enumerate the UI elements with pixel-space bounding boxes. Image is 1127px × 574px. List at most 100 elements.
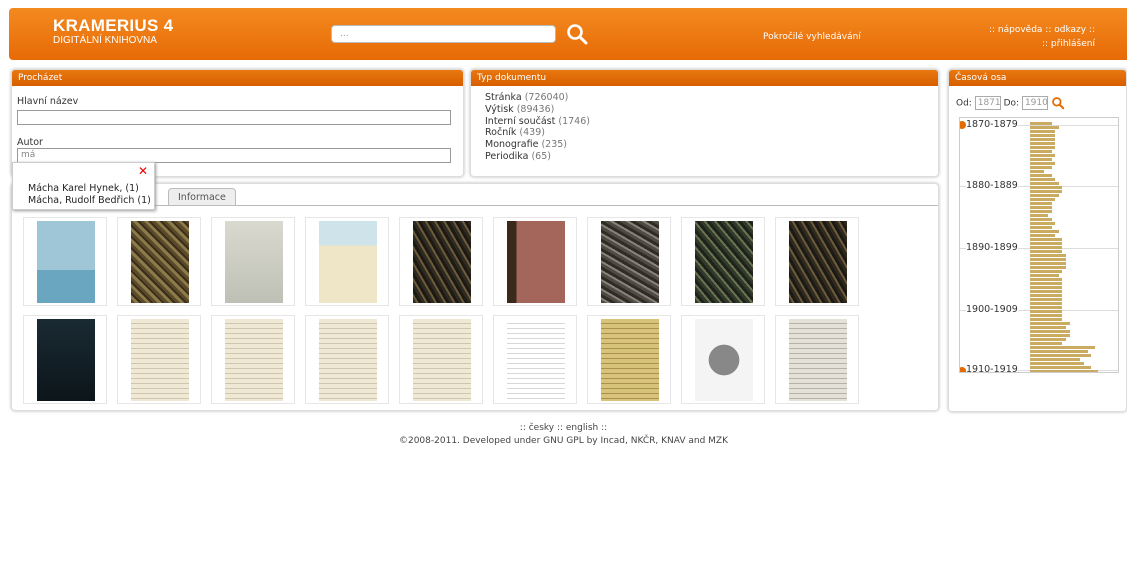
year-bar[interactable] (1030, 186, 1062, 189)
year-bar[interactable] (1030, 354, 1091, 357)
thumbnail-item[interactable] (117, 217, 201, 306)
doc-type-item[interactable]: Stránka (726040) (485, 92, 590, 104)
thumbnail-item[interactable] (587, 217, 671, 306)
author-input[interactable]: má (17, 148, 451, 163)
year-bar[interactable] (1030, 250, 1062, 253)
doc-type-item[interactable]: Ročník (439) (485, 127, 590, 139)
year-bar[interactable] (1030, 206, 1052, 209)
year-bar[interactable] (1030, 142, 1055, 145)
year-bar[interactable] (1030, 294, 1062, 297)
search-icon[interactable] (1051, 96, 1065, 110)
year-bar[interactable] (1030, 178, 1055, 181)
year-bar[interactable] (1030, 310, 1062, 313)
search-input[interactable]: ... (331, 25, 556, 43)
doc-type-item[interactable]: Monografie (235) (485, 139, 590, 151)
year-bar[interactable] (1030, 166, 1052, 169)
search-icon[interactable] (565, 22, 589, 46)
year-bar[interactable] (1030, 278, 1062, 281)
close-icon[interactable]: ✕ (138, 164, 148, 178)
thumbnail-item[interactable] (399, 217, 483, 306)
year-bar[interactable] (1030, 306, 1062, 309)
autocomplete-item[interactable]: Mácha, Rudolf Bedřich (1) (28, 195, 151, 206)
timeline-chart[interactable]: 1870-1879 1880-1889 1890-1899 1900-1909 1910… (959, 117, 1119, 373)
thumbnail-item[interactable] (117, 315, 201, 404)
thumbnail-item[interactable] (681, 315, 765, 404)
year-bar[interactable] (1030, 238, 1062, 241)
thumbnail-item[interactable] (587, 315, 671, 404)
year-bar[interactable] (1030, 358, 1080, 361)
year-bar[interactable] (1030, 158, 1052, 161)
year-bar[interactable] (1030, 210, 1052, 213)
year-bar[interactable] (1030, 126, 1059, 129)
from-year-input[interactable]: 1871 (974, 96, 1001, 110)
year-bar[interactable] (1030, 286, 1062, 289)
year-bar[interactable] (1030, 258, 1066, 261)
thumbnail-item[interactable] (775, 315, 859, 404)
main-title-input[interactable] (17, 110, 451, 125)
year-bar[interactable] (1030, 162, 1055, 165)
thumbnail-item[interactable] (211, 315, 295, 404)
year-bar[interactable] (1030, 222, 1055, 225)
year-bar[interactable] (1030, 198, 1055, 201)
year-bar[interactable] (1030, 150, 1052, 153)
year-bar[interactable] (1030, 334, 1070, 337)
year-bar[interactable] (1030, 338, 1066, 341)
year-bar[interactable] (1030, 242, 1062, 245)
year-bar[interactable] (1030, 314, 1062, 317)
year-bar[interactable] (1030, 234, 1055, 237)
thumbnail-item[interactable] (493, 217, 577, 306)
year-bar[interactable] (1030, 194, 1059, 197)
autocomplete-item[interactable]: Mácha Karel Hynek, (1) (28, 183, 139, 194)
year-bar[interactable] (1030, 298, 1062, 301)
tab-info[interactable]: Informace (168, 188, 236, 206)
thumbnail-item[interactable] (493, 315, 577, 404)
thumbnail-item[interactable] (305, 217, 389, 306)
year-bar[interactable] (1030, 122, 1052, 125)
year-bar[interactable] (1030, 246, 1062, 249)
year-bar[interactable] (1030, 254, 1066, 257)
thumbnail-item[interactable] (399, 315, 483, 404)
advanced-search-link[interactable]: Pokročilé vyhledávání (763, 32, 861, 42)
range-handle[interactable] (960, 121, 966, 129)
year-bar[interactable] (1030, 318, 1062, 321)
to-year-input[interactable]: 1910 (1021, 96, 1048, 110)
year-bar[interactable] (1030, 134, 1055, 137)
year-bar[interactable] (1030, 282, 1062, 285)
year-bar[interactable] (1030, 154, 1055, 157)
thumbnail-item[interactable] (211, 217, 295, 306)
brand-logo[interactable]: KRAMERIUS 4 DIGITÁLNÍ KNIHOVNA (53, 17, 173, 47)
year-bar[interactable] (1030, 322, 1070, 325)
year-bar[interactable] (1030, 326, 1066, 329)
year-bar[interactable] (1030, 266, 1066, 269)
year-bar[interactable] (1030, 274, 1059, 277)
thumbnail-item[interactable] (23, 217, 107, 306)
year-bar[interactable] (1030, 346, 1095, 349)
year-bar[interactable] (1030, 342, 1062, 345)
year-bar[interactable] (1030, 146, 1055, 149)
thumbnail-item[interactable] (23, 315, 107, 404)
doc-type-item[interactable]: Interní součást (1746) (485, 116, 590, 128)
year-bar[interactable] (1030, 226, 1052, 229)
help-links[interactable]: :: nápověda :: odkazy :: (989, 23, 1095, 37)
year-bar[interactable] (1030, 362, 1084, 365)
year-bar[interactable] (1030, 350, 1088, 353)
login-link[interactable]: :: přihlášení (989, 37, 1095, 51)
year-bar[interactable] (1030, 190, 1062, 193)
range-handle[interactable] (960, 367, 966, 372)
year-bar[interactable] (1030, 182, 1059, 185)
year-bar[interactable] (1030, 174, 1052, 177)
year-bar[interactable] (1030, 330, 1070, 333)
doc-type-item[interactable]: Výtisk (89436) (485, 104, 590, 116)
doc-type-item[interactable]: Periodika (65) (485, 151, 590, 163)
year-bar[interactable] (1030, 270, 1062, 273)
thumbnail-item[interactable] (305, 315, 389, 404)
thumbnail-item[interactable] (681, 217, 765, 306)
year-bar[interactable] (1030, 202, 1052, 205)
year-bar[interactable] (1030, 230, 1059, 233)
year-bar[interactable] (1030, 138, 1055, 141)
year-bar[interactable] (1030, 290, 1062, 293)
thumbnail-item[interactable] (775, 217, 859, 306)
year-bar[interactable] (1030, 302, 1062, 305)
language-links[interactable]: :: česky :: english :: (0, 423, 1127, 433)
year-bar[interactable] (1030, 370, 1098, 372)
